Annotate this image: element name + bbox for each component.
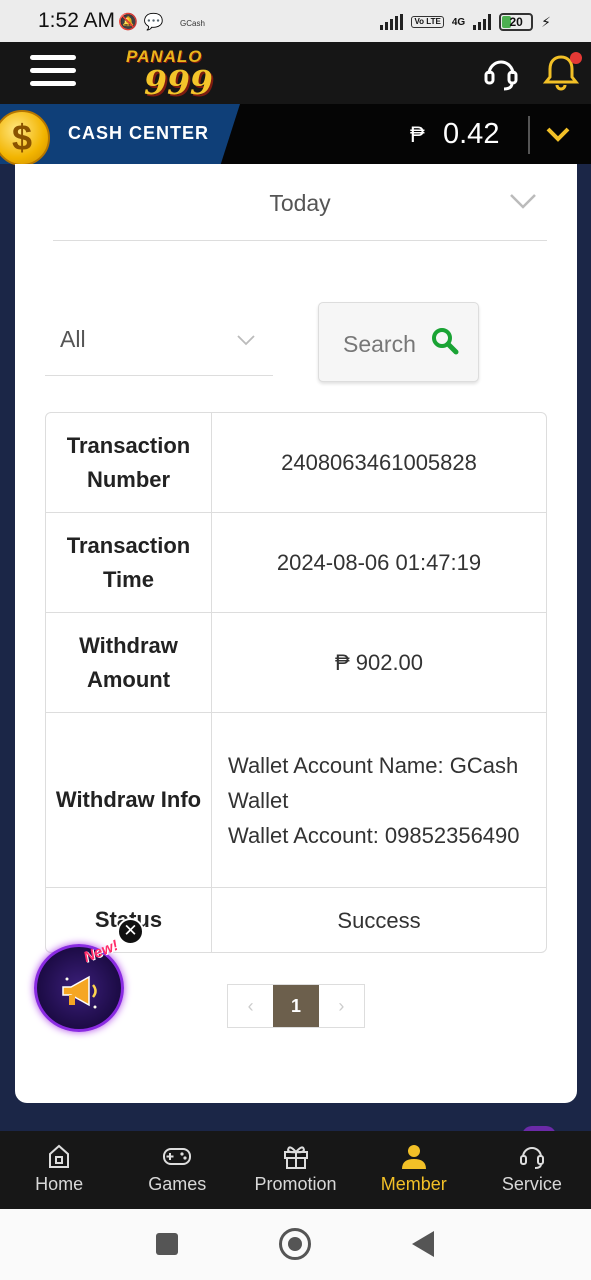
app-header: PANALO 999 xyxy=(0,42,591,104)
nav-item-member[interactable]: Member xyxy=(355,1131,473,1209)
table-row: Transaction Time 2024-08-06 01:47:19 xyxy=(46,513,546,613)
gcash-notification-label: GCash xyxy=(180,19,205,28)
transaction-type-dropdown[interactable]: All xyxy=(45,300,273,376)
nav-label: Games xyxy=(148,1174,207,1194)
gamepad-icon xyxy=(163,1148,192,1165)
row-label: Transaction Number xyxy=(46,413,212,512)
home-circle-icon[interactable] xyxy=(279,1228,311,1260)
person-icon xyxy=(401,1145,426,1169)
headset-icon xyxy=(519,1147,544,1169)
row-value: 2408063461005828 xyxy=(281,450,477,475)
gift-icon xyxy=(283,1146,308,1169)
chevron-down-icon xyxy=(510,194,536,209)
notification-icons: 🔕💬 xyxy=(118,14,170,31)
promotion-float-button[interactable]: New! xyxy=(34,937,124,1032)
network-type: 4G xyxy=(451,16,466,28)
nav-item-home[interactable]: Home xyxy=(0,1131,118,1209)
notification-dot xyxy=(570,52,582,64)
table-row: Status Success xyxy=(46,888,546,952)
nav-item-promotion[interactable]: Promotion xyxy=(236,1131,354,1209)
nav-label: Service xyxy=(501,1174,562,1194)
bottom-nav: Home Games Promotion Member Service xyxy=(0,1131,591,1209)
chevron-down-icon[interactable] xyxy=(545,124,571,144)
row-label: Withdraw Info xyxy=(46,713,212,887)
search-button-label: Search xyxy=(343,331,416,357)
status-bar: 1:52 AM 🔕💬 GCash Vo LTE 4G 20 ⚡ xyxy=(0,0,591,42)
recent-apps-icon[interactable] xyxy=(156,1233,178,1255)
row-value: 2024-08-06 01:47:19 xyxy=(276,550,482,575)
search-icon xyxy=(432,328,459,355)
status-indicators: Vo LTE 4G 20 ⚡ xyxy=(380,13,551,31)
cell-signal-icon xyxy=(473,14,492,30)
row-value: ₱ 902.00 xyxy=(334,650,424,675)
back-icon[interactable] xyxy=(412,1231,434,1257)
row-value: Wallet Account Name: GCash Wallet Wallet… xyxy=(228,752,520,848)
charging-icon: ⚡ xyxy=(541,13,551,30)
table-row: Withdraw Info Wallet Account Name: GCash… xyxy=(46,713,546,888)
nav-item-service[interactable]: Service xyxy=(473,1131,591,1209)
row-value: Success xyxy=(337,907,421,933)
type-value: All xyxy=(60,326,86,352)
megaphone-icon xyxy=(62,975,97,1009)
cash-center-bar: $ CASH CENTER ₱ 0.42 xyxy=(0,104,591,166)
battery-level: 20 xyxy=(509,15,523,29)
customer-support-icon[interactable] xyxy=(482,54,520,92)
battery-icon: 20 xyxy=(499,13,534,31)
status-time: 1:52 AM xyxy=(38,9,116,32)
cash-center-label: CASH CENTER xyxy=(68,123,210,143)
table-row: Withdraw Amount ₱ 902.00 xyxy=(46,613,546,713)
nav-label: Member xyxy=(380,1174,447,1194)
row-label: Transaction Time xyxy=(46,513,212,612)
hamburger-menu-icon[interactable] xyxy=(30,55,76,91)
transaction-details-table: Transaction Number 2408063461005828 Tran… xyxy=(45,412,547,953)
chevron-down-icon xyxy=(237,335,255,346)
close-icon[interactable]: ✕ xyxy=(117,918,144,945)
wifi-signal-icon xyxy=(380,14,404,30)
nav-label: Home xyxy=(35,1174,84,1194)
currency-symbol: ₱ xyxy=(410,122,425,147)
search-button[interactable]: Search xyxy=(318,302,479,382)
system-nav-bar xyxy=(0,1209,591,1280)
brand-logo[interactable]: PANALO 999 xyxy=(120,45,230,102)
page-button-current[interactable]: 1 xyxy=(273,985,319,1027)
logo-text-bottom: 999 xyxy=(144,63,213,102)
wallet-balance: 0.42 xyxy=(443,118,500,150)
row-label: Withdraw Amount xyxy=(46,613,212,712)
period-dropdown[interactable]: Today xyxy=(53,164,547,241)
next-page-button[interactable]: › xyxy=(319,985,364,1027)
balance-divider xyxy=(528,116,530,154)
nav-item-games[interactable]: Games xyxy=(118,1131,236,1209)
home-icon xyxy=(49,1144,70,1168)
volte-icon: Vo LTE xyxy=(411,16,444,28)
pagination: ‹ 1 › xyxy=(227,984,365,1028)
prev-page-button[interactable]: ‹ xyxy=(228,985,273,1027)
table-row: Transaction Number 2408063461005828 xyxy=(46,413,546,513)
period-value: Today xyxy=(269,190,331,216)
nav-label: Promotion xyxy=(254,1174,337,1194)
